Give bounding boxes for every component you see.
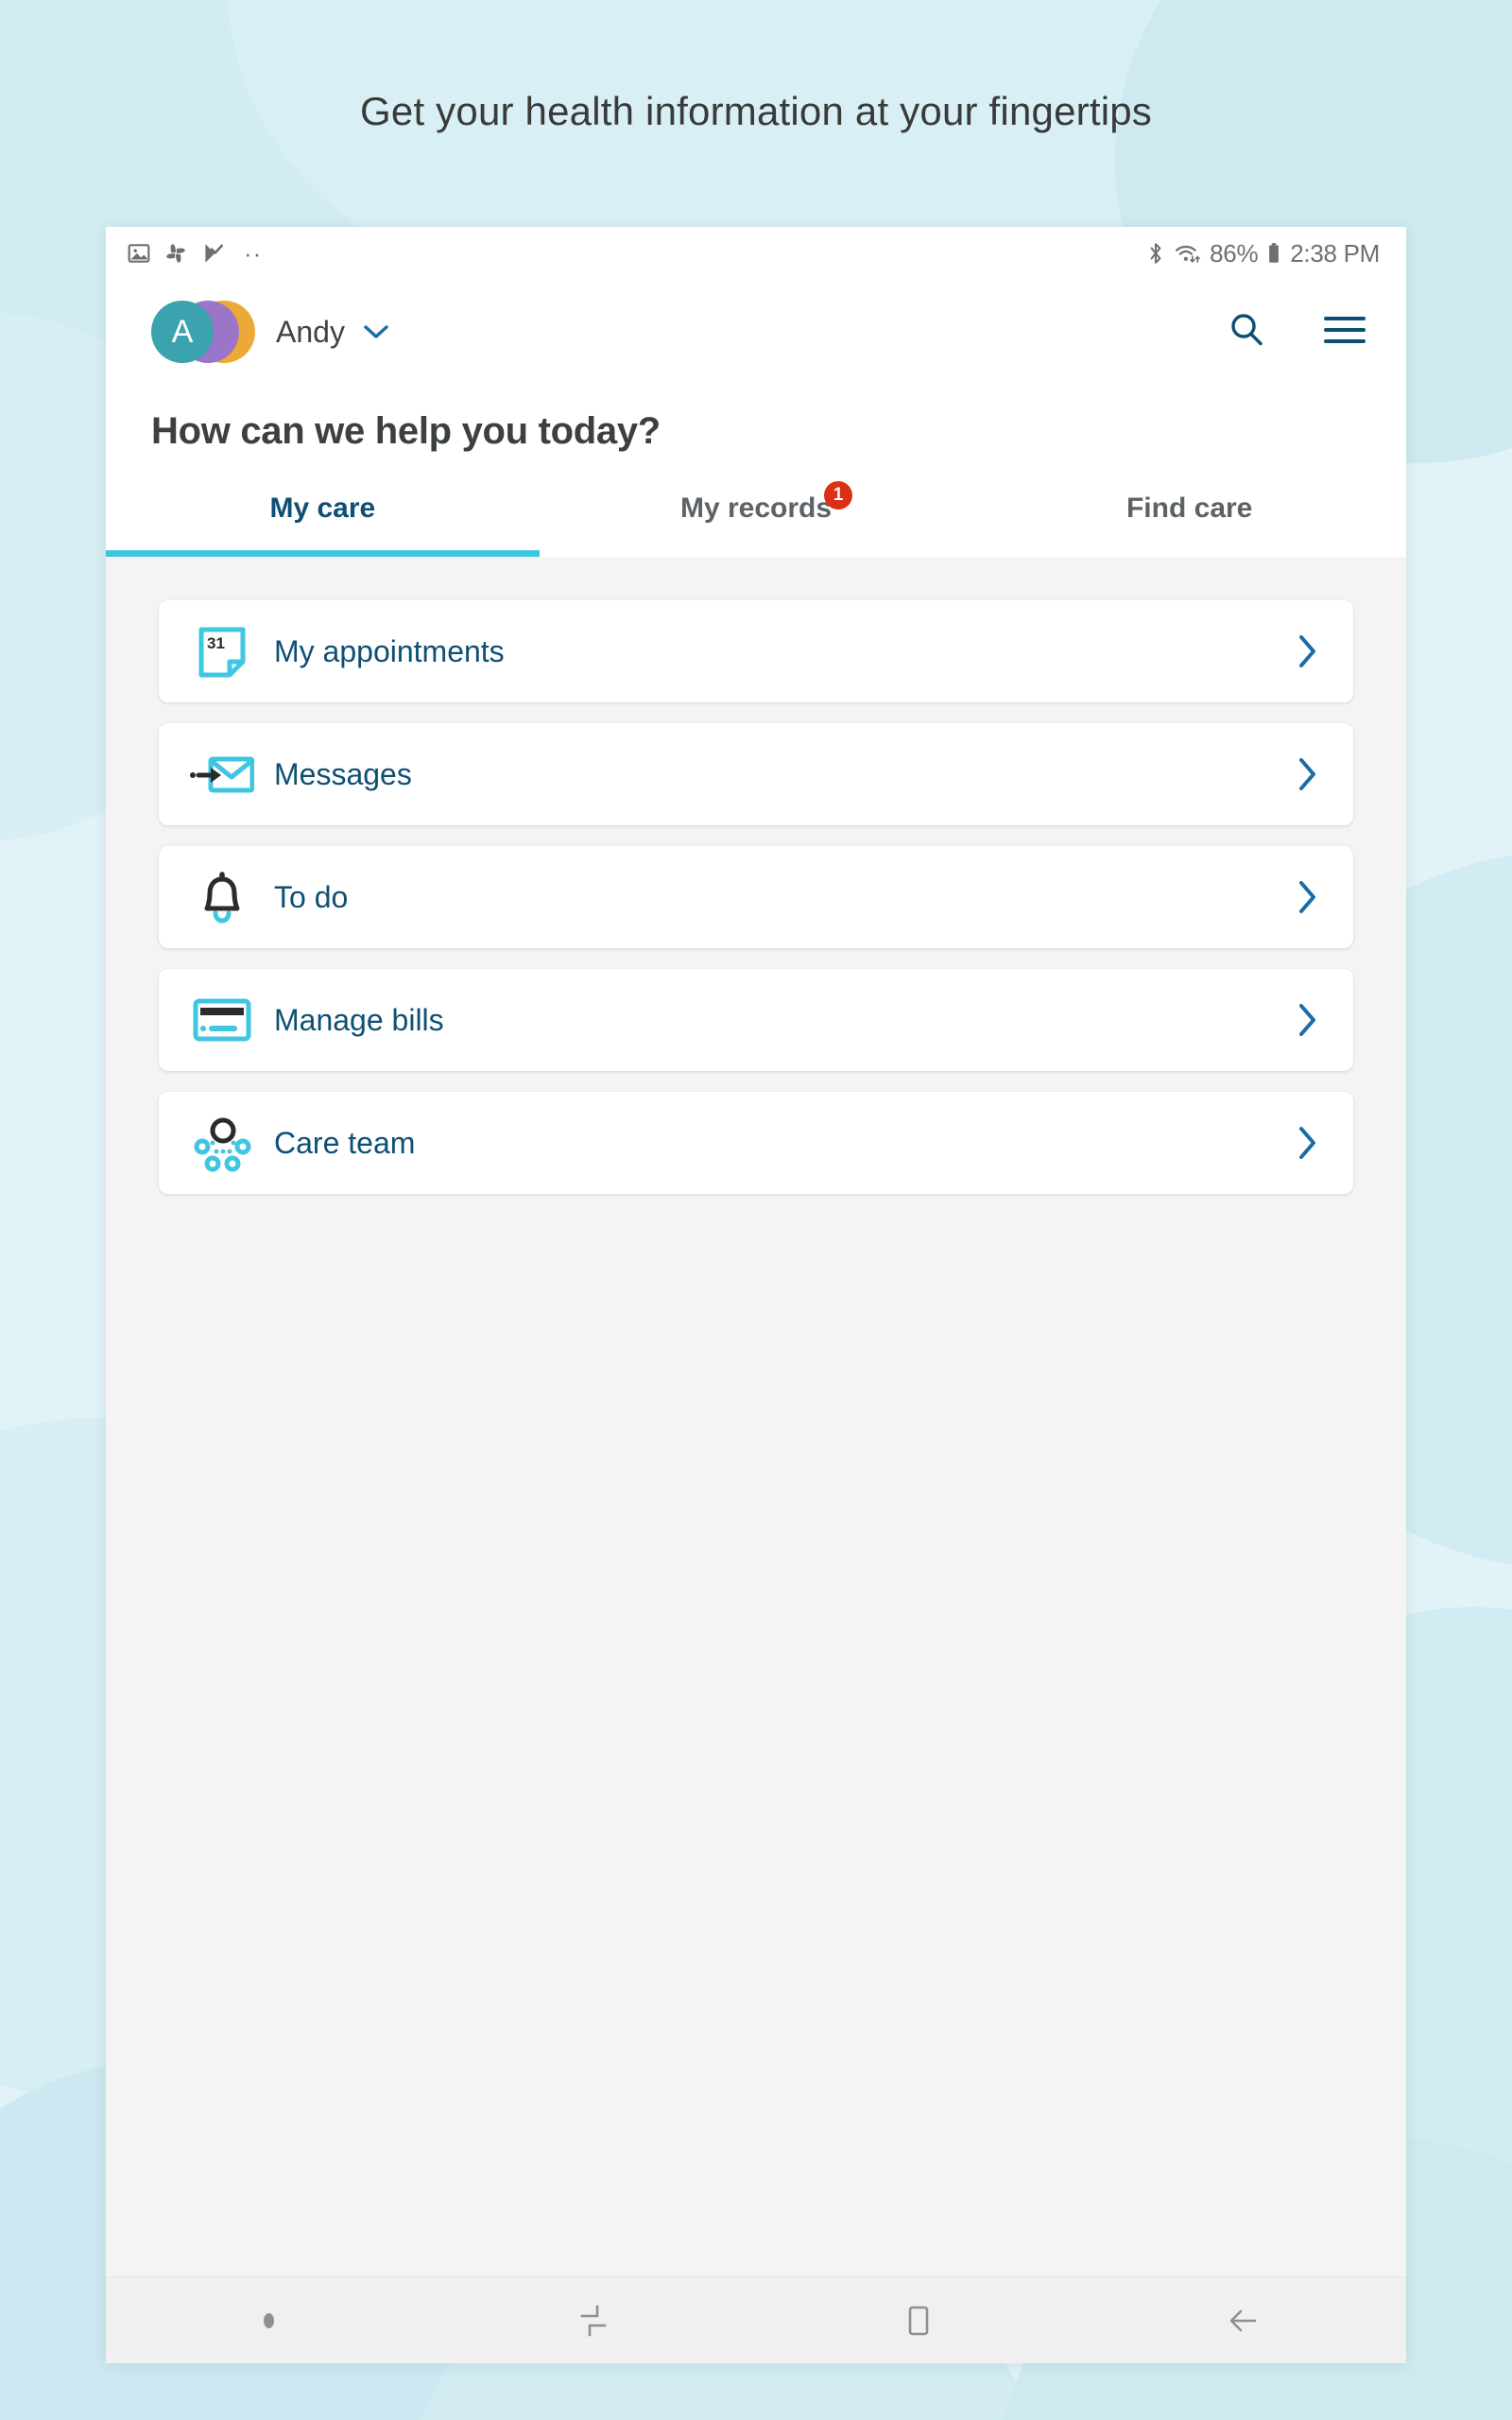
status-badge: 1 bbox=[824, 481, 853, 510]
hamburger-menu-icon[interactable] bbox=[1323, 313, 1366, 352]
chevron-down-icon[interactable] bbox=[362, 322, 390, 341]
marketing-headline: Get your health information at your fing… bbox=[0, 0, 1512, 223]
calendar-31-icon: 31 bbox=[187, 616, 257, 686]
status-overflow-dots: ·· bbox=[244, 239, 263, 268]
page-title-container: How can we help you today? bbox=[106, 384, 1406, 453]
list-item-manage-bills[interactable]: Manage bills bbox=[159, 969, 1353, 1071]
chevron-right-icon[interactable] bbox=[1297, 878, 1319, 916]
avatar[interactable]: A bbox=[151, 301, 255, 363]
calendar-day-number: 31 bbox=[207, 634, 225, 652]
credit-card-icon bbox=[187, 985, 257, 1055]
status-bar-clock: 2:38 PM bbox=[1290, 238, 1380, 268]
list-item-care-team[interactable]: Care team bbox=[159, 1092, 1353, 1194]
main-content: 31 My appointments Messages To do Manage… bbox=[106, 557, 1406, 2276]
list-item-label: To do bbox=[274, 879, 349, 914]
envelope-arrow-in-icon bbox=[187, 739, 257, 809]
list-item-label: My appointments bbox=[274, 633, 505, 668]
wifi-icon bbox=[1176, 245, 1200, 264]
gallery-image-icon bbox=[128, 244, 150, 263]
status-bar: ·· 86% 2:38 PM bbox=[106, 227, 1406, 280]
checkmark-flag-icon bbox=[205, 244, 224, 263]
recents-button[interactable] bbox=[431, 2277, 756, 2363]
header-actions bbox=[1227, 310, 1366, 354]
search-icon[interactable] bbox=[1227, 310, 1266, 354]
battery-icon bbox=[1269, 243, 1280, 263]
tab-my-records[interactable]: My records 1 bbox=[540, 481, 973, 557]
care-menu-list: 31 My appointments Messages To do Manage… bbox=[106, 600, 1406, 1194]
back-button[interactable] bbox=[1081, 2277, 1406, 2363]
status-bar-right-icons: 86% 2:38 PM bbox=[1145, 239, 1380, 268]
status-bar-left-icons: ·· bbox=[127, 241, 262, 266]
nav-indicator-dot bbox=[106, 2277, 431, 2363]
bell-icon bbox=[187, 862, 257, 932]
chevron-right-icon[interactable] bbox=[1297, 632, 1319, 670]
tab-label: My records 1 bbox=[680, 481, 853, 525]
list-item-label: Messages bbox=[274, 756, 412, 791]
tab-label: Find care bbox=[1125, 493, 1253, 524]
bluetooth-icon bbox=[1150, 243, 1161, 264]
list-item-my-appointments[interactable]: 31 My appointments bbox=[159, 600, 1353, 702]
care-team-network-icon bbox=[187, 1108, 257, 1178]
tab-active-underline bbox=[106, 550, 540, 557]
list-item-to-do[interactable]: To do bbox=[159, 846, 1353, 948]
tab-bar: My care My records 1 Find care bbox=[106, 453, 1406, 557]
tab-my-care[interactable]: My care bbox=[106, 481, 540, 557]
list-item-messages[interactable]: Messages bbox=[159, 723, 1353, 825]
tab-label: My care bbox=[269, 493, 376, 524]
android-nav-bar bbox=[106, 2276, 1406, 2363]
google-photos-pinwheel-icon bbox=[166, 244, 185, 263]
avatar-initial: A bbox=[151, 301, 214, 363]
device-screen: ·· 86% 2:38 PM A Andy How can we help yo… bbox=[106, 227, 1406, 2363]
tab-find-care[interactable]: Find care bbox=[972, 481, 1406, 557]
user-name-label: Andy bbox=[276, 314, 345, 349]
app-header: A Andy bbox=[106, 280, 1406, 384]
list-item-label: Care team bbox=[274, 1125, 416, 1160]
page-title: How can we help you today? bbox=[151, 410, 661, 452]
headline-text: Get your health information at your fing… bbox=[360, 89, 1152, 133]
chevron-right-icon[interactable] bbox=[1297, 1001, 1319, 1039]
home-button[interactable] bbox=[756, 2277, 1081, 2363]
battery-percent-label: 86% bbox=[1210, 238, 1259, 268]
chevron-right-icon[interactable] bbox=[1297, 1124, 1319, 1162]
list-item-label: Manage bills bbox=[274, 1002, 444, 1037]
chevron-right-icon[interactable] bbox=[1297, 755, 1319, 793]
